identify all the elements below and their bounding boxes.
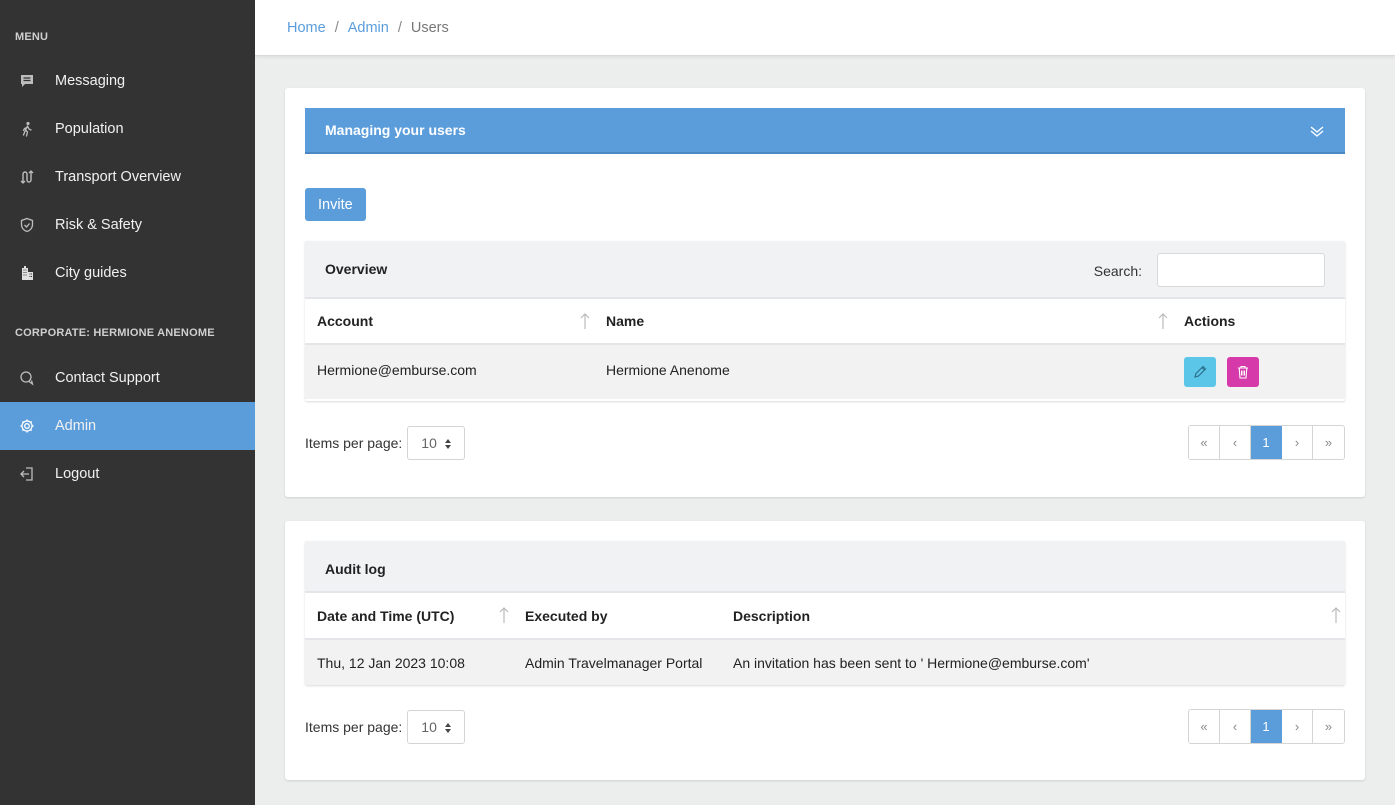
sidebar-item-label: Messaging — [55, 73, 126, 89]
sort-arrow-icon[interactable] — [499, 606, 509, 624]
corporate-heading: CORPORATE: HERMIONE ANENOME — [15, 327, 215, 339]
sidebar-item-logout[interactable]: Logout — [0, 450, 255, 498]
page-current-button[interactable]: 1 — [1251, 426, 1282, 459]
table-header-row: Account Name Actions — [305, 299, 1345, 345]
page-last-button[interactable]: » — [1313, 426, 1344, 459]
items-per-page-value: 10 — [421, 719, 437, 735]
audit-log-card: Audit log Date and Time (UTC) Executed b… — [285, 521, 1365, 780]
page-prev-button[interactable]: ‹ — [1220, 426, 1251, 459]
items-per-page-label: Items per page: — [305, 435, 403, 451]
items-per-page-label: Items per page: — [305, 719, 403, 735]
chat-bubbles-icon — [0, 370, 55, 386]
items-per-page-select[interactable]: 10 — [407, 710, 466, 744]
page-last-button[interactable]: » — [1313, 710, 1344, 743]
column-header-datetime[interactable]: Date and Time (UTC) — [317, 608, 454, 624]
sort-arrow-icon[interactable] — [580, 312, 590, 330]
sort-arrow-icon[interactable] — [1158, 312, 1168, 330]
page-current-button[interactable]: 1 — [1251, 710, 1282, 743]
table-header-row: Date and Time (UTC) Executed by Descript… — [305, 593, 1345, 640]
sidebar-item-label: City guides — [55, 265, 127, 281]
items-per-page: Items per page: 10 — [305, 710, 466, 744]
overview-table: Overview Search: Account Name Actions He… — [305, 241, 1345, 401]
sidebar-item-contact-support[interactable]: Contact Support — [0, 354, 255, 402]
sidebar-item-label: Contact Support — [55, 370, 160, 386]
search-input[interactable] — [1157, 253, 1325, 287]
breadcrumb-home[interactable]: Home — [287, 20, 326, 36]
sidebar-item-label: Risk & Safety — [55, 217, 143, 233]
sidebar: MENU Messaging Population Transport Over… — [0, 0, 255, 805]
gear-icon — [0, 418, 55, 434]
double-chevron-down-icon — [1310, 126, 1324, 137]
sidebar-item-label: Transport Overview — [55, 169, 181, 185]
items-per-page-value: 10 — [421, 435, 437, 451]
description-cell: An invitation has been sent to ' Hermion… — [733, 655, 1090, 671]
breadcrumb-separator: / — [397, 19, 402, 36]
table-row: Hermione@emburse.com Hermione Anenome — [305, 345, 1345, 399]
breadcrumb-separator: / — [334, 19, 339, 36]
invite-button[interactable]: Invite — [305, 188, 366, 221]
message-icon — [0, 73, 55, 89]
pencil-icon — [1194, 365, 1207, 378]
audit-log-header: Audit log — [305, 541, 1345, 593]
banner-title: Managing your users — [325, 122, 466, 138]
breadcrumb-current: Users — [410, 19, 449, 36]
audit-log-title: Audit log — [325, 561, 386, 577]
audit-log-table: Audit log Date and Time (UTC) Executed b… — [305, 541, 1345, 685]
shield-icon — [0, 217, 55, 233]
column-header-description[interactable]: Description — [733, 608, 810, 624]
pagination: « ‹ 1 › » — [1188, 425, 1345, 460]
executed-by-cell: Admin Travelmanager Portal — [525, 655, 703, 671]
sidebar-item-messaging[interactable]: Messaging — [0, 57, 255, 105]
managing-users-banner[interactable]: Managing your users — [305, 108, 1345, 154]
page-next-button[interactable]: › — [1282, 426, 1313, 459]
name-cell: Hermione Anenome — [606, 362, 730, 378]
items-per-page: Items per page: 10 — [305, 426, 466, 460]
trash-icon — [1238, 365, 1248, 379]
users-card: Managing your users Invite Overview Sear… — [285, 88, 1365, 497]
table-row: Thu, 12 Jan 2023 10:08 Admin Travelmanag… — [305, 640, 1345, 685]
delete-user-button[interactable] — [1227, 357, 1259, 387]
page-next-button[interactable]: › — [1282, 710, 1313, 743]
column-header-account[interactable]: Account — [317, 313, 373, 329]
sidebar-item-population[interactable]: Population — [0, 105, 255, 153]
route-icon — [0, 169, 55, 185]
buildings-icon — [0, 265, 55, 281]
account-cell: Hermione@emburse.com — [317, 362, 477, 378]
column-header-actions: Actions — [1184, 313, 1236, 329]
sort-arrow-icon[interactable] — [1331, 606, 1341, 624]
sidebar-item-label: Logout — [55, 466, 100, 482]
overview-title: Overview — [325, 261, 388, 277]
walking-person-icon — [0, 121, 55, 137]
sidebar-item-transport-overview[interactable]: Transport Overview — [0, 153, 255, 201]
edit-user-button[interactable] — [1184, 357, 1216, 387]
page-prev-button[interactable]: ‹ — [1220, 710, 1251, 743]
items-per-page-select[interactable]: 10 — [407, 426, 466, 460]
overview-header: Overview Search: — [305, 241, 1345, 299]
page-first-button[interactable]: « — [1189, 710, 1220, 743]
sidebar-item-admin[interactable]: Admin — [0, 402, 255, 450]
sort-caret-icon — [445, 439, 452, 449]
sidebar-item-label: Admin — [55, 418, 97, 434]
column-header-name[interactable]: Name — [606, 313, 644, 329]
sort-caret-icon — [445, 723, 452, 733]
sidebar-item-risk-safety[interactable]: Risk & Safety — [0, 201, 255, 249]
sidebar-item-city-guides[interactable]: City guides — [0, 249, 255, 297]
datetime-cell: Thu, 12 Jan 2023 10:08 — [317, 655, 465, 671]
page-first-button[interactable]: « — [1189, 426, 1220, 459]
sidebar-item-label: Population — [55, 121, 124, 137]
column-header-executed-by: Executed by — [525, 607, 608, 624]
search-label: Search: — [1093, 263, 1142, 279]
pagination: « ‹ 1 › » — [1188, 709, 1345, 744]
breadcrumb: Home / Admin / Users — [255, 0, 1395, 56]
breadcrumb-admin[interactable]: Admin — [348, 20, 389, 36]
logout-icon — [0, 466, 55, 482]
menu-heading: MENU — [15, 31, 49, 43]
